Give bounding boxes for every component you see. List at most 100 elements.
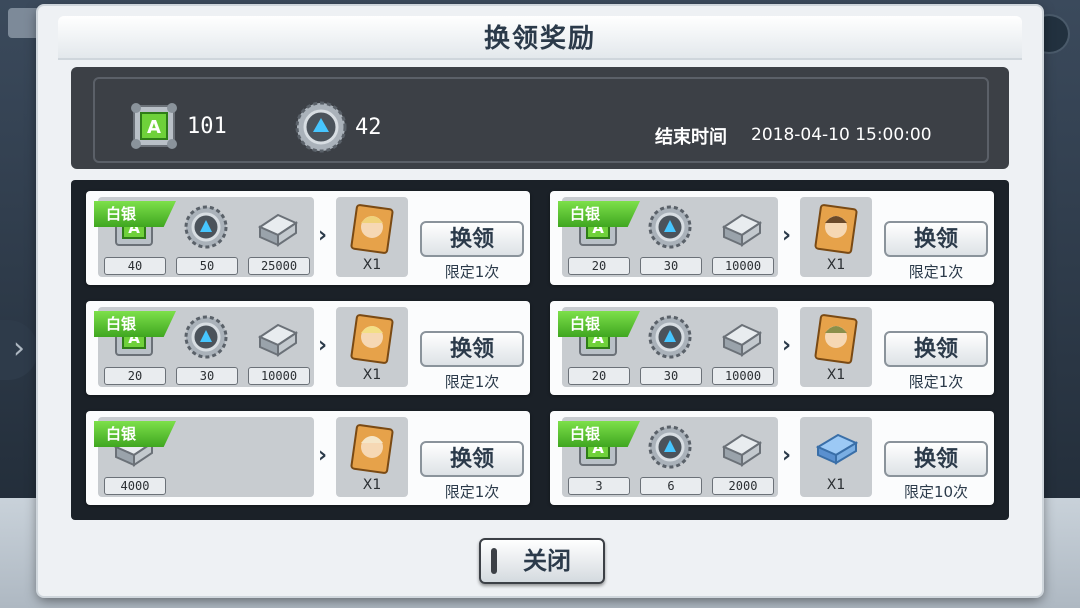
gear-coin-icon <box>295 101 347 153</box>
currency-info-bar: A 101 42 结束时间 2018-04-10 15:00:00 <box>71 67 1009 169</box>
reward-slot[interactable]: X1 <box>800 307 872 387</box>
cost-amount: 20 <box>104 367 166 385</box>
gear-coin-icon <box>184 205 228 249</box>
a-ticket-amount: 101 <box>187 113 227 139</box>
character-card-icon <box>814 204 858 254</box>
reward-list: A 40 50 25000 白银 › X1 换领 限定1次 A 20 30 10… <box>71 180 1009 520</box>
cost-gear-coin: 30 <box>638 315 702 385</box>
silver-ingot-icon <box>257 213 299 247</box>
arrow-right-icon: › <box>782 223 792 248</box>
cost-panel: A 20 30 10000 白银 <box>558 197 778 277</box>
exchange-limit: 限定1次 <box>908 263 964 281</box>
gear-coin-amount: 42 <box>355 114 382 140</box>
rank-badge: 白银 <box>94 311 176 337</box>
reward-card: A 3 6 2000 白银 › X1 换领 限定10次 <box>550 411 994 505</box>
cost-amount: 30 <box>176 367 238 385</box>
cost-amount: 25000 <box>248 257 310 275</box>
cost-amount: 50 <box>176 257 238 275</box>
exchange-button[interactable]: 换领 <box>420 441 524 477</box>
reward-slot[interactable]: X1 <box>336 417 408 497</box>
arrow-right-icon: › <box>318 223 328 248</box>
dialog-header: 换领奖励 <box>58 16 1022 60</box>
reward-card: A 20 30 10000 白银 › X1 换领 限定1次 <box>86 301 530 395</box>
exchange-limit: 限定1次 <box>444 263 500 281</box>
cost-panel: A 3 6 2000 白银 <box>558 417 778 497</box>
cost-panel: 4000 白银 <box>94 417 314 497</box>
exchange-limit: 限定1次 <box>908 373 964 391</box>
cost-amount: 3 <box>568 477 630 495</box>
reward-slot[interactable]: X1 <box>800 417 872 497</box>
exchange-button[interactable]: 换领 <box>420 331 524 367</box>
silver-ingot-icon <box>257 323 299 357</box>
close-button[interactable]: 关闭 <box>479 538 605 584</box>
rank-badge: 白银 <box>558 311 640 337</box>
a-ticket-icon: A <box>131 103 177 149</box>
reward-count: X1 <box>362 257 382 273</box>
exchange-button[interactable]: 换领 <box>420 221 524 257</box>
arrow-right-icon: › <box>318 443 328 468</box>
silver-ingot-icon <box>721 433 763 467</box>
cost-silver-ingot: 10000 <box>710 315 774 385</box>
cost-panel: A 20 30 10000 白银 <box>558 307 778 387</box>
cost-amount: 20 <box>568 257 630 275</box>
rank-badge: 白银 <box>94 421 176 447</box>
exchange-button[interactable]: 换领 <box>884 331 988 367</box>
cost-amount: 30 <box>640 367 702 385</box>
reward-card: A 20 30 10000 白银 › X1 换领 限定1次 <box>550 191 994 285</box>
blue-ticket-icon <box>815 433 858 465</box>
cost-amount: 20 <box>568 367 630 385</box>
exchange-rewards-dialog: 换领奖励 A 101 42 结束时间 2018-04-10 15:00:00 A… <box>38 6 1042 596</box>
reward-slot[interactable]: X1 <box>336 197 408 277</box>
character-card-icon <box>350 424 394 474</box>
cost-silver-ingot: 25000 <box>246 205 310 275</box>
gear-coin-icon <box>648 205 692 249</box>
cost-amount: 4000 <box>104 477 166 495</box>
arrow-right-icon: › <box>318 333 328 358</box>
cost-silver-ingot: 10000 <box>246 315 310 385</box>
reward-card: A 40 50 25000 白银 › X1 换领 限定1次 <box>86 191 530 285</box>
cost-gear-coin: 50 <box>174 205 238 275</box>
cost-amount: 2000 <box>712 477 774 495</box>
gear-coin-icon <box>648 425 692 469</box>
reward-slot[interactable]: X1 <box>800 197 872 277</box>
svg-text:A: A <box>147 117 161 138</box>
exchange-limit: 限定1次 <box>444 483 500 501</box>
reward-slot[interactable]: X1 <box>336 307 408 387</box>
cost-gear-coin: 30 <box>638 205 702 275</box>
chevron-right-icon[interactable]: › <box>0 320 38 380</box>
exchange-button[interactable]: 换领 <box>884 221 988 257</box>
arrow-right-icon: › <box>782 333 792 358</box>
exchange-limit: 限定10次 <box>903 483 969 501</box>
reward-count: X1 <box>826 257 846 273</box>
reward-count: X1 <box>362 477 382 493</box>
cost-gear-coin: 30 <box>174 315 238 385</box>
reward-count: X1 <box>826 367 846 383</box>
cost-silver-ingot: 10000 <box>710 205 774 275</box>
character-card-icon <box>814 314 858 364</box>
gear-coin-icon <box>184 315 228 359</box>
end-time-value: 2018-04-10 15:00:00 <box>751 125 932 145</box>
gear-coin-balance: 42 <box>295 101 382 153</box>
rank-badge: 白银 <box>558 421 640 447</box>
exchange-limit: 限定1次 <box>444 373 500 391</box>
reward-card: 4000 白银 › X1 换领 限定1次 <box>86 411 530 505</box>
cost-amount: 10000 <box>248 367 310 385</box>
dialog-title: 换领奖励 <box>483 24 596 54</box>
currency-info-frame: A 101 42 结束时间 2018-04-10 15:00:00 <box>93 77 989 163</box>
cost-gear-coin: 6 <box>638 425 702 495</box>
cost-panel: A 20 30 10000 白银 <box>94 307 314 387</box>
character-card-icon <box>350 204 394 254</box>
close-button-label: 关闭 <box>523 547 571 575</box>
a-ticket-balance: A 101 <box>129 101 227 151</box>
character-card-icon <box>350 314 394 364</box>
exchange-button[interactable]: 换领 <box>884 441 988 477</box>
end-time-label: 结束时间 <box>655 127 727 148</box>
silver-ingot-icon <box>721 323 763 357</box>
cost-amount: 6 <box>640 477 702 495</box>
gear-coin-icon <box>648 315 692 359</box>
cost-amount: 10000 <box>712 367 774 385</box>
cost-amount: 40 <box>104 257 166 275</box>
reward-count: X1 <box>826 477 846 493</box>
rank-badge: 白银 <box>94 201 176 227</box>
cost-silver-ingot: 2000 <box>710 425 774 495</box>
